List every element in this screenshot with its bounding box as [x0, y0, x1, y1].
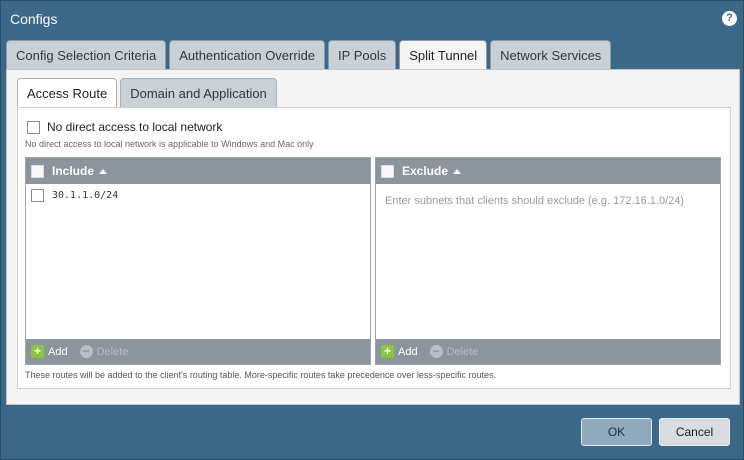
no-direct-access-note: No direct access to local network is app…	[25, 139, 314, 149]
exclude-toolbar: + Add − Delete	[376, 339, 720, 364]
top-tabs: Config Selection Criteria Authentication…	[6, 40, 612, 70]
configs-dialog: Configs ? Config Selection Criteria Auth…	[0, 0, 744, 460]
sort-ascending-icon[interactable]	[99, 168, 108, 174]
access-route-content: No direct access to local network No dir…	[17, 107, 731, 389]
table-row[interactable]: 30.1.1.0/24	[26, 184, 370, 206]
exclude-list[interactable]: Enter subnets that clients should exclud…	[376, 184, 720, 339]
no-direct-access-row: No direct access to local network	[27, 120, 222, 134]
exclude-header: Exclude	[376, 158, 720, 184]
include-grid: Include 30.1.1.0/24 + Add − Delete	[25, 157, 371, 365]
include-add-button[interactable]: + Add	[31, 345, 68, 358]
exclude-add-label: Add	[398, 345, 418, 358]
include-subnet: 30.1.1.0/24	[52, 189, 119, 201]
include-delete-button[interactable]: − Delete	[79, 345, 129, 358]
exclude-grid: Exclude Enter subnets that clients shoul…	[375, 157, 721, 365]
tab-split-tunnel[interactable]: Split Tunnel	[399, 40, 488, 70]
include-delete-label: Delete	[96, 345, 129, 358]
sort-ascending-icon[interactable]	[453, 168, 462, 174]
row-checkbox[interactable]	[31, 188, 44, 202]
minus-icon: −	[429, 345, 443, 358]
dialog-buttons: OK Cancel	[581, 418, 730, 446]
exclude-add-button[interactable]: + Add	[381, 345, 418, 358]
no-direct-access-label: No direct access to local network	[47, 120, 223, 134]
plus-icon: +	[31, 345, 44, 358]
help-icon[interactable]: ?	[722, 11, 737, 26]
include-list: 30.1.1.0/24	[26, 184, 370, 339]
exclude-select-all-checkbox[interactable]	[381, 164, 394, 178]
plus-icon: +	[381, 345, 394, 358]
include-add-label: Add	[48, 345, 68, 358]
minus-icon: −	[79, 345, 93, 358]
tab-config-selection-criteria[interactable]: Config Selection Criteria	[6, 40, 167, 70]
exclude-column-label[interactable]: Exclude	[402, 164, 448, 178]
title-bar: Configs ?	[1, 1, 743, 37]
ok-button[interactable]: OK	[581, 418, 652, 446]
tab-ip-pools[interactable]: IP Pools	[328, 40, 397, 70]
cancel-button[interactable]: Cancel	[659, 418, 730, 446]
dialog-title: Configs	[10, 11, 58, 27]
exclude-placeholder: Enter subnets that clients should exclud…	[385, 195, 685, 207]
no-direct-access-checkbox[interactable]	[27, 120, 40, 134]
split-tunnel-panel: Access Route Domain and Application No d…	[6, 69, 740, 405]
sub-tabs: Access Route Domain and Application	[17, 78, 277, 108]
tab-access-route[interactable]: Access Route	[17, 78, 118, 108]
include-column-label[interactable]: Include	[52, 164, 94, 178]
include-header: Include	[26, 158, 370, 184]
include-select-all-checkbox[interactable]	[31, 164, 44, 178]
tab-authentication-override[interactable]: Authentication Override	[169, 40, 326, 70]
routes-note: These routes will be added to the client…	[25, 370, 496, 380]
exclude-delete-button[interactable]: − Delete	[429, 345, 479, 358]
exclude-delete-label: Delete	[446, 345, 479, 358]
tab-network-services[interactable]: Network Services	[490, 40, 612, 70]
tab-domain-and-application[interactable]: Domain and Application	[120, 78, 277, 108]
include-toolbar: + Add − Delete	[26, 339, 370, 364]
